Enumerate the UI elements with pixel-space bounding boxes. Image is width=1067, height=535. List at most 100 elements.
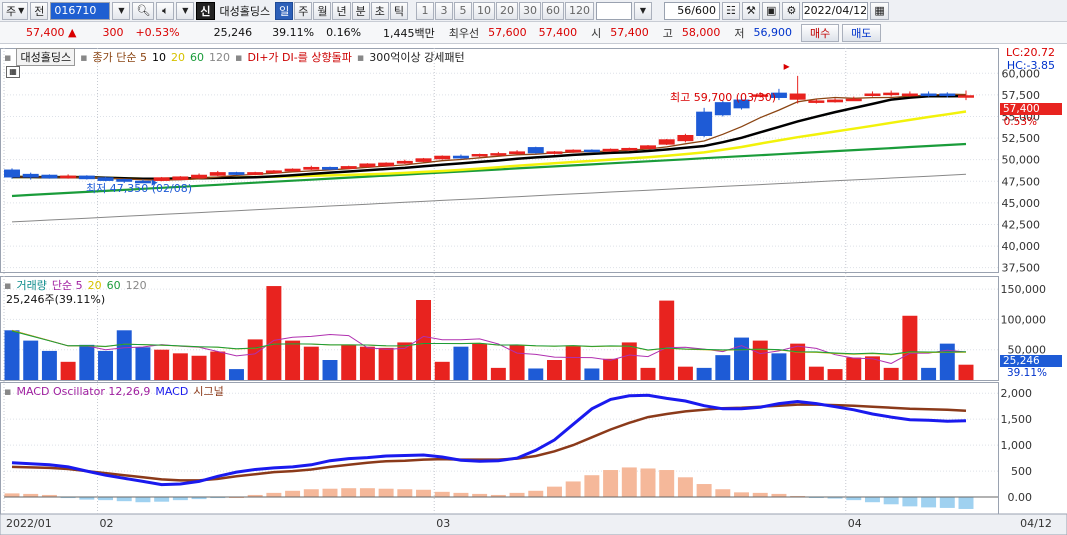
last-price-badge: 57,400 xyxy=(1000,103,1062,115)
macd-osc-bar xyxy=(546,486,562,498)
macd-osc-label[interactable]: MACD Oscillator 12,26,9 xyxy=(16,385,150,398)
current-price: 57,400 ▲ xyxy=(26,26,77,39)
x-axis-label: 03 xyxy=(436,517,450,530)
volume-bar xyxy=(715,355,731,380)
macd-osc-bar xyxy=(752,492,768,498)
macd-osc-bar xyxy=(322,488,338,498)
macd-tick-label: 2,000 xyxy=(1001,387,1033,400)
candle-body xyxy=(808,100,825,103)
candle-body xyxy=(452,155,469,159)
volume-bar xyxy=(771,353,787,380)
interval-tab-5[interactable]: 30 xyxy=(518,1,541,20)
period-tab-5[interactable]: 초 xyxy=(370,1,389,20)
max-annotation: 최고 59,700 (03/30) xyxy=(670,91,777,104)
interval-custom-input[interactable] xyxy=(595,1,632,20)
calendar-icon: ▦ xyxy=(874,4,885,17)
candle-body xyxy=(209,172,226,176)
candle-body xyxy=(322,166,338,170)
interval-tab-3[interactable]: 10 xyxy=(472,1,495,20)
volume-bar xyxy=(116,330,132,380)
macd-label[interactable]: MACD xyxy=(155,385,188,398)
x-axis-last-label: 04/12 xyxy=(1020,517,1052,530)
market-select[interactable]: 주 ▼ xyxy=(2,1,29,20)
last-pct-label: 0.53% xyxy=(1003,116,1037,128)
volume-bar xyxy=(359,346,375,380)
search-button[interactable]: 🔍︎ xyxy=(132,1,155,20)
min-annotation: 최저 47,350 (02/08) xyxy=(86,182,193,195)
volume-bar xyxy=(472,343,488,380)
settings-button[interactable]: ⚙ xyxy=(782,1,801,20)
period-tab-1[interactable]: 주 xyxy=(294,1,313,20)
best-label: 최우선 xyxy=(448,26,480,40)
volume-bar xyxy=(696,367,712,380)
candle-body xyxy=(22,173,39,178)
price-legend: ▪ 대성홀딩스 ▪ 종가 단순 5 10 20 60 120 ▪ DI+가 DI… xyxy=(4,48,465,66)
volume-bar xyxy=(172,353,188,380)
stock-code-input[interactable]: 016710 xyxy=(50,1,111,20)
period-tab-3[interactable]: 년 xyxy=(332,1,351,20)
sell-button[interactable]: 매도 xyxy=(842,23,881,42)
signal-di[interactable]: DI+가 DI-를 상향돌파 xyxy=(248,49,352,65)
interval-tab-4[interactable]: 20 xyxy=(495,1,518,20)
volume-bar xyxy=(135,347,151,380)
volume-bar xyxy=(4,330,20,380)
volume-period-120[interactable]: 120 xyxy=(126,279,147,292)
period-tab-4[interactable]: 분 xyxy=(351,1,370,20)
ma-period-120[interactable]: 120 xyxy=(209,51,230,64)
x-axis-strip xyxy=(0,513,1067,535)
ma-period-20[interactable]: 20 xyxy=(171,51,185,64)
buy-button[interactable]: 매수 xyxy=(801,23,840,42)
sound-button[interactable]: 🔈︎ xyxy=(156,1,175,20)
interval-tab-6[interactable]: 60 xyxy=(541,1,564,20)
interval-tab-1[interactable]: 3 xyxy=(434,1,453,20)
save-button[interactable]: ▣ xyxy=(761,1,781,20)
period-tab-2[interactable]: 월 xyxy=(313,1,332,20)
macd-osc-bar xyxy=(397,489,413,498)
volume-period-20[interactable]: 20 xyxy=(88,279,102,292)
tools-button[interactable]: ⚒ xyxy=(741,1,760,20)
date-input[interactable]: 2022/04/12 xyxy=(802,1,869,20)
candle-body xyxy=(471,153,488,157)
interval-tab-7[interactable]: 120 xyxy=(564,1,594,20)
macd-signal-label[interactable]: 시그널 xyxy=(193,383,223,399)
volume-bar xyxy=(677,366,693,380)
macd-legend: ▪ MACD Oscillator 12,26,9 MACD 시그널 xyxy=(4,383,224,399)
indicator-button[interactable]: ☷ xyxy=(721,1,740,20)
volume-bar xyxy=(266,286,282,380)
volume-pct-badge: 39.11% xyxy=(1006,367,1047,379)
candle-body xyxy=(303,166,320,170)
macd-osc-bar xyxy=(696,484,712,498)
stock-name-box[interactable]: 대성홀딩스 xyxy=(16,48,76,66)
macd-osc-bar xyxy=(528,490,544,498)
ma-period-10[interactable]: 10 xyxy=(152,51,166,64)
candle-body xyxy=(939,93,956,97)
candle-body xyxy=(228,172,245,175)
candle-body xyxy=(340,166,357,169)
candle-body xyxy=(864,93,881,97)
period-tab-0[interactable]: 일 xyxy=(275,1,294,20)
speaker-icon: 🔈︎ xyxy=(162,3,169,17)
high-label: 고 xyxy=(662,26,673,40)
interval-tab-0[interactable]: 1 xyxy=(415,1,434,20)
volume-badge: 25,246 xyxy=(1000,355,1062,367)
data-count[interactable]: 56/600 xyxy=(663,1,720,20)
code-dropdown-button[interactable]: ▼ xyxy=(112,1,131,20)
chart-canvas[interactable]: 60,00057,50055,00052,50050,00047,50045,0… xyxy=(0,44,1067,535)
macd-osc-bar xyxy=(565,481,581,498)
calendar-button[interactable]: ▦ xyxy=(870,1,889,20)
interval-dropdown-button[interactable]: ▼ xyxy=(633,1,652,20)
ma-period-60[interactable]: 60 xyxy=(190,51,204,64)
volume-bar xyxy=(210,351,226,380)
prev-next-button[interactable]: ▼ xyxy=(176,1,195,20)
mode-button[interactable]: 전 xyxy=(30,1,49,20)
candle-body xyxy=(490,153,507,156)
table-icon[interactable]: ▦ xyxy=(6,66,20,78)
candle-body xyxy=(191,174,208,179)
volume-ratio: 39.11% xyxy=(272,26,315,39)
period-tab-6[interactable]: 틱 xyxy=(389,1,408,20)
candle-body xyxy=(265,170,282,174)
interval-tab-2[interactable]: 5 xyxy=(453,1,472,20)
ma-label[interactable]: 종가 단순 5 xyxy=(93,49,147,65)
volume-period-60[interactable]: 60 xyxy=(107,279,121,292)
signal-pattern[interactable]: 300억이상 강세패턴 xyxy=(369,49,464,65)
